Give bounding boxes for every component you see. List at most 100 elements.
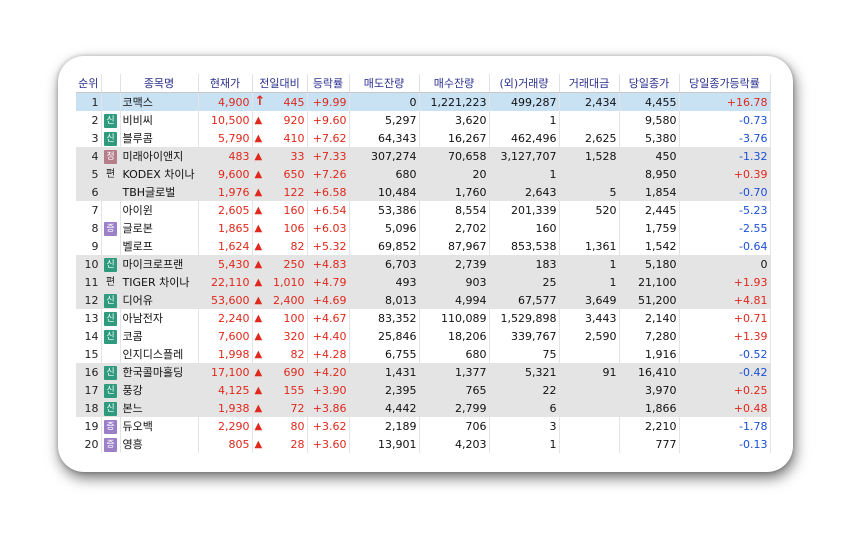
stock-name-cell[interactable]: 풍강 xyxy=(120,381,199,399)
badge-cell: 편 xyxy=(101,273,121,291)
col-header-rate[interactable]: 등락률 xyxy=(307,74,350,93)
stock-name-cell[interactable]: 영흥 xyxy=(120,435,199,453)
rank-cell: 12 xyxy=(76,291,102,309)
stock-name-cell[interactable]: 한국콜마홀딩 xyxy=(120,363,199,381)
current-price-cell: 9,600 xyxy=(198,165,253,183)
col-header-change[interactable]: 전일대비 xyxy=(252,74,308,93)
close-price-cell: 1,916 xyxy=(619,345,680,363)
table-row[interactable]: 15 인지디스플레 1,998 ▲ 82 +4.28 6,755 680 75 1,916 -0.5… xyxy=(76,345,771,363)
badge-cell xyxy=(101,183,121,201)
stock-name-cell[interactable]: 미래아이앤지 xyxy=(120,147,199,165)
stock-name-cell[interactable]: 글로본 xyxy=(120,219,199,237)
table-row[interactable]: 18 신 본느 1,938 ▲ 72 +3.86 4,442 2,799 6 1,866 +0.48 xyxy=(76,399,771,417)
stock-name-cell[interactable]: 벨로프 xyxy=(120,237,199,255)
rate-cell: +3.60 xyxy=(307,435,350,453)
amount-cell: 2,590 xyxy=(559,327,620,345)
table-row[interactable]: 12 신 디어유 53,600 ▲ 2,400 +4.69 8,013 4,994 67,577 3… xyxy=(76,291,771,309)
current-price-cell: 4,125 xyxy=(198,381,253,399)
change-cell: ▲ 250 xyxy=(252,255,308,273)
stock-name-cell[interactable]: 인지디스플레 xyxy=(120,345,199,363)
amount-cell xyxy=(559,417,620,435)
table-row[interactable]: 3 신 블루콤 5,790 ▲ 410 +7.62 64,343 16,267 462,496 2,… xyxy=(76,129,771,147)
col-header-ask-volume[interactable]: 매도잔량 xyxy=(349,74,420,93)
table-row[interactable]: 17 신 풍강 4,125 ▲ 155 +3.90 2,395 765 22 3,970 +0.25 xyxy=(76,381,771,399)
table-row[interactable]: 5 편 KODEX 차이나 9,600 ▲ 650 +7.26 680 20 1 8,950 +0.3… xyxy=(76,165,771,183)
badge-cell: 신 xyxy=(101,111,121,129)
change-cell: ▲ 80 xyxy=(252,417,308,435)
stock-name-cell[interactable]: 본느 xyxy=(120,399,199,417)
col-header-volume[interactable]: (외)거래량 xyxy=(489,74,560,93)
stock-name-cell[interactable]: 마이크로프랜 xyxy=(120,255,199,273)
table-row[interactable]: 14 신 코콤 7,600 ▲ 320 +4.40 25,846 18,206 339,767 2,… xyxy=(76,327,771,345)
amount-cell xyxy=(559,435,620,453)
close-price-cell: 7,280 xyxy=(619,327,680,345)
current-price-cell: 53,600 xyxy=(198,291,253,309)
col-header-close-rate[interactable]: 당일종가등락률 xyxy=(679,74,771,93)
table-row[interactable]: 7 아이윈 2,605 ▲ 160 +6.54 53,386 8,554 201,339 520 2… xyxy=(76,201,771,219)
stock-name-cell[interactable]: 비비씨 xyxy=(120,111,199,129)
up-triangle-icon: ▲ xyxy=(254,240,263,252)
close-rate-cell: -1.32 xyxy=(679,147,771,165)
stock-name-cell[interactable]: 아이윈 xyxy=(120,201,199,219)
col-header-name[interactable]: 종목명 xyxy=(120,74,199,93)
rank-cell: 2 xyxy=(76,111,102,129)
col-header-amount[interactable]: 거래대금 xyxy=(559,74,620,93)
amount-cell xyxy=(559,165,620,183)
col-header-rank[interactable]: 순위 xyxy=(76,74,102,93)
close-price-cell: 9,580 xyxy=(619,111,680,129)
stock-name-cell[interactable]: 코맥스 xyxy=(120,92,199,111)
col-header-bid-volume[interactable]: 매수잔량 xyxy=(419,74,490,93)
stock-name-cell[interactable]: 디어유 xyxy=(120,291,199,309)
rank-cell: 11 xyxy=(76,273,102,291)
stock-name-cell[interactable]: 듀오백 xyxy=(120,417,199,435)
change-value: 410 xyxy=(283,131,305,145)
table-row[interactable]: 20 증 영흥 805 ▲ 28 +3.60 13,901 4,203 1 777 -0.13 xyxy=(76,435,771,453)
change-cell: ▲ 155 xyxy=(252,381,308,399)
table-row[interactable]: 6 TBH글로벌 1,976 ▲ 122 +6.58 10,484 1,760 2,643 5 1,… xyxy=(76,183,771,201)
market-badge: 신 xyxy=(104,401,117,416)
table-row[interactable]: 2 신 비비씨 10,500 ▲ 920 +9.60 5,297 3,620 1 9,580 -0.7… xyxy=(76,111,771,129)
bid-volume-cell: 4,203 xyxy=(419,435,490,453)
table-row[interactable]: 4 정 미래아이앤지 483 ▲ 33 +7.33 307,274 70,658 3,127,70… xyxy=(76,147,771,165)
ask-volume-cell: 64,343 xyxy=(349,129,420,147)
table-row[interactable]: 13 신 아남전자 2,240 ▲ 100 +4.67 83,352 110,089 1,529,… xyxy=(76,309,771,327)
volume-cell: 2,643 xyxy=(489,183,560,201)
current-price-cell: 10,500 xyxy=(198,111,253,129)
close-price-cell: 5,380 xyxy=(619,129,680,147)
ask-volume-cell: 13,901 xyxy=(349,435,420,453)
volume-cell: 1 xyxy=(489,165,560,183)
col-header-price[interactable]: 현재가 xyxy=(198,74,253,93)
table-row[interactable]: 9 벨로프 1,624 ▲ 82 +5.32 69,852 87,967 853,538 1,36… xyxy=(76,237,771,255)
change-value: 33 xyxy=(290,149,305,163)
bid-volume-cell: 1,760 xyxy=(419,183,490,201)
close-price-cell: 2,445 xyxy=(619,201,680,219)
stock-name-cell[interactable]: KODEX 차이나 xyxy=(120,165,199,183)
stock-name-cell[interactable]: TIGER 차이나 xyxy=(120,273,199,291)
close-rate-cell: 0 xyxy=(679,255,771,273)
stock-name-cell[interactable]: TBH글로벌 xyxy=(120,183,199,201)
close-price-cell: 8,950 xyxy=(619,165,680,183)
ask-volume-cell: 69,852 xyxy=(349,237,420,255)
change-cell: ▲ 122 xyxy=(252,183,308,201)
market-badge: 신 xyxy=(104,131,117,146)
col-header-close[interactable]: 당일종가 xyxy=(619,74,680,93)
stock-name-cell[interactable]: 블루콤 xyxy=(120,129,199,147)
table-row[interactable]: 19 증 듀오백 2,290 ▲ 80 +3.62 2,189 706 3 2,210 -1.78 xyxy=(76,417,771,435)
badge-cell: 신 xyxy=(101,363,121,381)
close-price-cell: 2,210 xyxy=(619,417,680,435)
table-row[interactable]: 1 코맥스 4,900 ↑ 445 +9.99 0 1,221,223 499,287 2,434… xyxy=(76,92,771,111)
table-row[interactable]: 11 편 TIGER 차이나 22,110 ▲ 1,010 +4.79 493 903 25 1 21… xyxy=(76,273,771,291)
change-value: 80 xyxy=(290,419,305,433)
stock-name-cell[interactable]: 코콤 xyxy=(120,327,199,345)
table-row[interactable]: 10 신 마이크로프랜 5,430 ▲ 250 +4.83 6,703 2,739 183 1 5,1… xyxy=(76,255,771,273)
volume-cell: 1,529,898 xyxy=(489,309,560,327)
table-row[interactable]: 8 증 글로본 1,865 ▲ 106 +6.03 5,096 2,702 160 1,759 -2.… xyxy=(76,219,771,237)
amount-cell: 2,434 xyxy=(559,92,620,111)
stock-name-cell[interactable]: 아남전자 xyxy=(120,309,199,327)
change-cell: ▲ 410 xyxy=(252,129,308,147)
amount-cell: 520 xyxy=(559,201,620,219)
rank-cell: 20 xyxy=(76,435,102,453)
table-row[interactable]: 16 신 한국콜마홀딩 17,100 ▲ 690 +4.20 1,431 1,377 5,321 9… xyxy=(76,363,771,381)
up-triangle-icon: ▲ xyxy=(254,312,263,324)
close-rate-cell: +0.25 xyxy=(679,381,771,399)
